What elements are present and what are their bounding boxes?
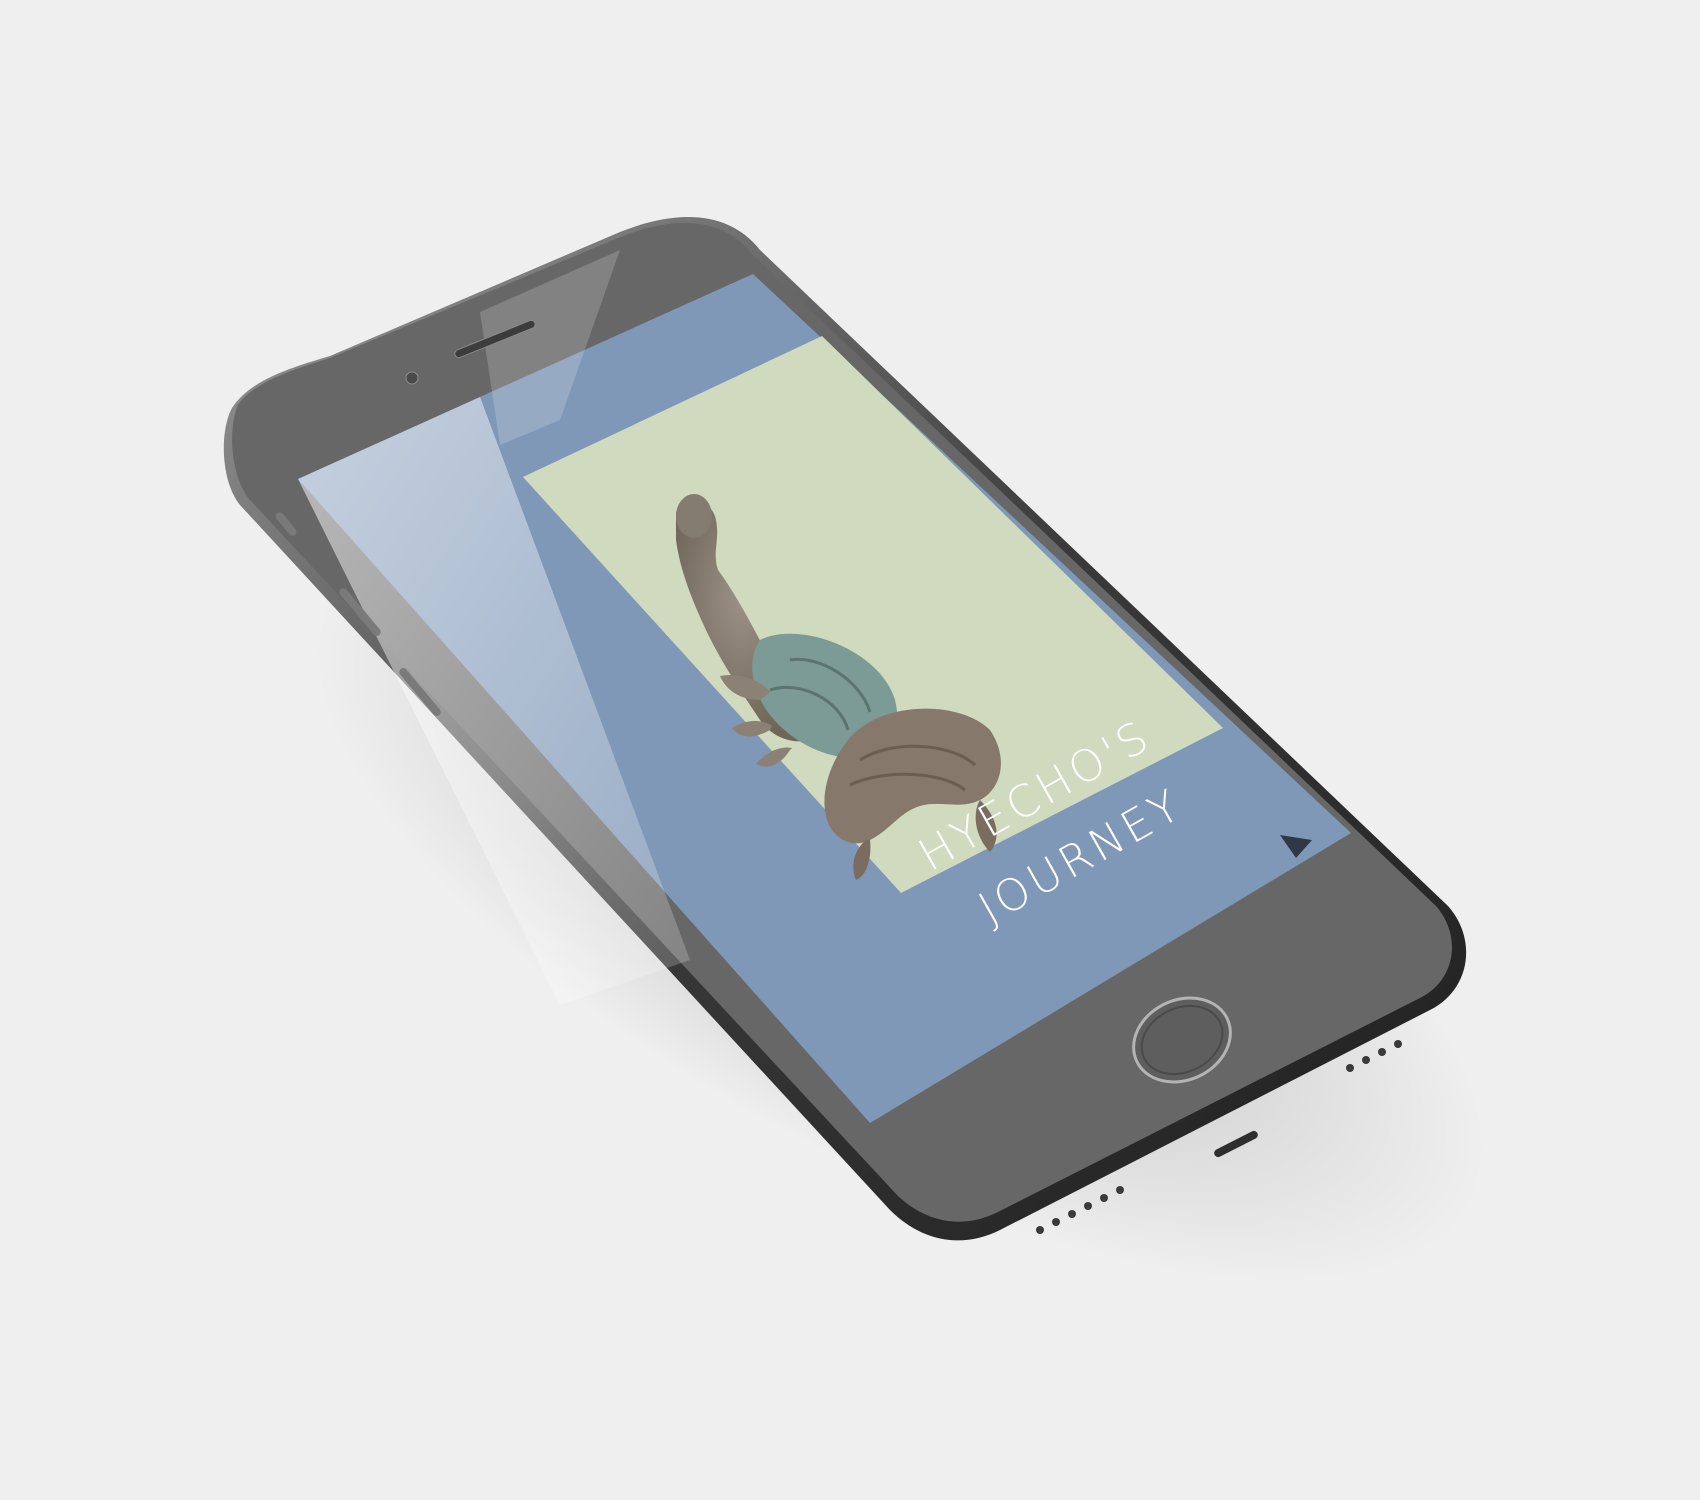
front-camera-icon — [405, 371, 419, 385]
device-mockup-stage: HYECHO'S JOURNEY — [0, 0, 1700, 1500]
device-mockup: HYECHO'S JOURNEY — [223, 217, 1487, 1282]
